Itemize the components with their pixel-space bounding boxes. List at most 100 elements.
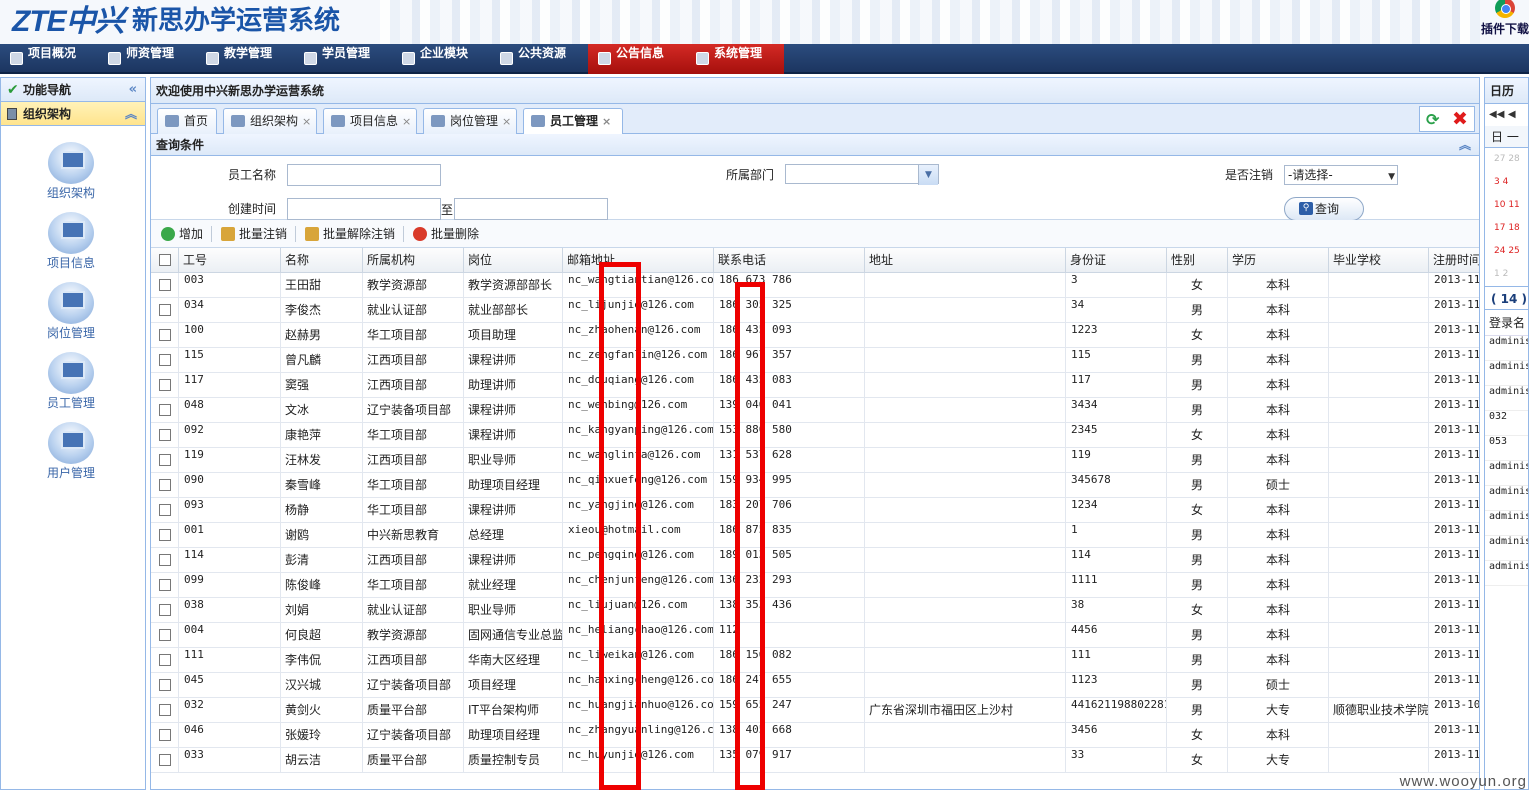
table-row[interactable]: 038 刘娟 就业认证部 职业导师 nc_liujuan@126.com 138 353 …: [151, 598, 1479, 623]
calendar-day-row[interactable]: 24 25: [1485, 240, 1528, 263]
table-row[interactable]: 032 黄剑火 质量平台部 IT平台架构师 nc_huangjianhuo@126.co…: [151, 698, 1479, 723]
checkbox[interactable]: [159, 628, 171, 641]
tab-project-info[interactable]: 项目信息 ×: [323, 108, 417, 134]
calendar-day-row[interactable]: 10 11: [1485, 194, 1528, 217]
chevron-down-icon[interactable]: ▼: [918, 165, 938, 185]
checkbox[interactable]: [159, 453, 171, 466]
nav-item-employee-management[interactable]: 员工管理: [1, 352, 141, 411]
menu-teacher-management[interactable]: 师资管理: [98, 44, 196, 74]
close-icon[interactable]: ×: [402, 115, 411, 128]
column-header-education[interactable]: 学历: [1228, 248, 1329, 273]
checkbox[interactable]: [159, 403, 171, 416]
column-header-gender[interactable]: 性别: [1167, 248, 1228, 273]
row-checkbox[interactable]: [151, 598, 179, 623]
checkbox[interactable]: [159, 353, 171, 366]
column-header-reg-time[interactable]: 注册时间: [1429, 248, 1479, 273]
row-checkbox[interactable]: [151, 373, 179, 398]
table-row[interactable]: 046 张媛玲 辽宁装备项目部 助理项目经理 nc_zhangyuanling@126.…: [151, 723, 1479, 748]
column-header-org[interactable]: 所属机构: [363, 248, 464, 273]
calendar-month-label[interactable]: ( 14 ): [1485, 286, 1528, 310]
checkbox[interactable]: [159, 603, 171, 616]
calendar-day-row[interactable]: 17 18: [1485, 217, 1528, 240]
calendar-day-row[interactable]: 27 28: [1485, 148, 1528, 171]
row-checkbox[interactable]: [151, 498, 179, 523]
table-row[interactable]: 114 彭清 江西项目部 课程讲师 nc_pengqing@126.com 189 013…: [151, 548, 1479, 573]
collapse-left-icon[interactable]: «: [129, 78, 137, 102]
row-checkbox[interactable]: [151, 448, 179, 473]
calendar-day-row[interactable]: 1 2: [1485, 263, 1528, 286]
collapse-up-icon[interactable]: ︽: [125, 102, 137, 126]
refresh-icon[interactable]: ⟳: [1426, 110, 1439, 129]
checkbox[interactable]: [159, 328, 171, 341]
add-button[interactable]: 增加: [159, 220, 203, 248]
column-header-id-card[interactable]: 身份证: [1066, 248, 1167, 273]
row-checkbox[interactable]: [151, 523, 179, 548]
row-checkbox[interactable]: [151, 623, 179, 648]
checkbox[interactable]: [159, 703, 171, 716]
row-checkbox[interactable]: [151, 423, 179, 448]
table-row[interactable]: 004 何良超 教学资源部 固网通信专业总监 nc_heliangchao@126.co…: [151, 623, 1479, 648]
row-checkbox[interactable]: [151, 348, 179, 373]
nav-item-project-info[interactable]: 项目信息: [1, 212, 141, 271]
checkbox[interactable]: [159, 278, 171, 291]
row-checkbox[interactable]: [151, 323, 179, 348]
batch-uncancel-button[interactable]: 批量解除注销: [303, 220, 395, 248]
checkbox[interactable]: [159, 253, 171, 266]
checkbox[interactable]: [159, 753, 171, 766]
table-row[interactable]: 093 杨静 华工项目部 课程讲师 nc_yangjing@126.com 183 207…: [151, 498, 1479, 523]
checkbox[interactable]: [159, 528, 171, 541]
row-checkbox[interactable]: [151, 748, 179, 773]
column-header-phone[interactable]: 联系电话: [714, 248, 865, 273]
checkbox[interactable]: [159, 578, 171, 591]
row-checkbox[interactable]: [151, 398, 179, 423]
row-checkbox[interactable]: [151, 298, 179, 323]
row-checkbox[interactable]: [151, 273, 179, 298]
created-start-input[interactable]: [287, 198, 441, 220]
menu-project-overview[interactable]: 项目概况: [0, 44, 98, 74]
row-checkbox[interactable]: [151, 573, 179, 598]
tab-home[interactable]: 首页: [157, 108, 217, 134]
table-row[interactable]: 048 文冰 辽宁装备项目部 课程讲师 nc_wenbing@126.com 139 04…: [151, 398, 1479, 423]
nav-item-org-structure[interactable]: 组织架构: [1, 142, 141, 201]
table-row[interactable]: 033 胡云洁 质量平台部 质量控制专员 nc_huyunjie@126.com 135 …: [151, 748, 1479, 773]
menu-teaching-management[interactable]: 教学管理: [196, 44, 294, 74]
search-button[interactable]: ⚲ 查询: [1284, 197, 1364, 221]
batch-cancel-button[interactable]: 批量注销: [219, 220, 287, 248]
close-all-icon[interactable]: ✖: [1452, 108, 1468, 130]
checkbox[interactable]: [159, 653, 171, 666]
checkbox[interactable]: [159, 428, 171, 441]
table-row[interactable]: 045 汉兴城 辽宁装备项目部 项目经理 nc_hanxingcheng@126.com…: [151, 673, 1479, 698]
menu-system-management[interactable]: 系统管理: [686, 44, 784, 74]
checkbox[interactable]: [159, 478, 171, 491]
tab-employee-management[interactable]: 员工管理 ×: [523, 108, 623, 135]
column-header-name[interactable]: 名称: [281, 248, 363, 273]
employee-name-input[interactable]: [287, 164, 441, 186]
close-icon[interactable]: ×: [302, 115, 311, 128]
close-icon[interactable]: ×: [602, 115, 611, 128]
checkbox[interactable]: [159, 728, 171, 741]
menu-student-management[interactable]: 学员管理: [294, 44, 392, 74]
batch-delete-button[interactable]: 批量删除: [411, 220, 479, 248]
menu-public-resources[interactable]: 公共资源: [490, 44, 588, 74]
department-combobox[interactable]: ▼: [785, 164, 939, 185]
row-checkbox[interactable]: [151, 723, 179, 748]
calendar-day-row[interactable]: 3 4: [1485, 171, 1528, 194]
select-all-checkbox[interactable]: [151, 248, 179, 273]
table-row[interactable]: 115 曾凡麟 江西项目部 课程讲师 nc_zengfanlin@126.com 186 …: [151, 348, 1479, 373]
column-header-emp-no[interactable]: 工号: [179, 248, 281, 273]
table-row[interactable]: 034 李俊杰 就业认证部 就业部部长 nc_lijunjie@126.com 186 3…: [151, 298, 1479, 323]
column-header-position[interactable]: 岗位: [464, 248, 563, 273]
row-checkbox[interactable]: [151, 548, 179, 573]
nav-item-user-management[interactable]: 用户管理: [1, 422, 141, 481]
column-header-school[interactable]: 毕业学校: [1329, 248, 1429, 273]
table-row[interactable]: 090 秦雪峰 华工项目部 助理项目经理 nc_qinxuefeng@126.com 15…: [151, 473, 1479, 498]
checkbox[interactable]: [159, 503, 171, 516]
accordion-org-structure[interactable]: 组织架构 ︽: [1, 102, 145, 126]
checkbox[interactable]: [159, 303, 171, 316]
menu-announcements[interactable]: 公告信息: [588, 44, 686, 74]
checkbox[interactable]: [159, 553, 171, 566]
cancelled-select[interactable]: -请选择- ▼: [1284, 165, 1398, 185]
collapse-up-icon[interactable]: ︽: [1459, 134, 1471, 156]
row-checkbox[interactable]: [151, 648, 179, 673]
menu-enterprise-module[interactable]: 企业模块: [392, 44, 490, 74]
